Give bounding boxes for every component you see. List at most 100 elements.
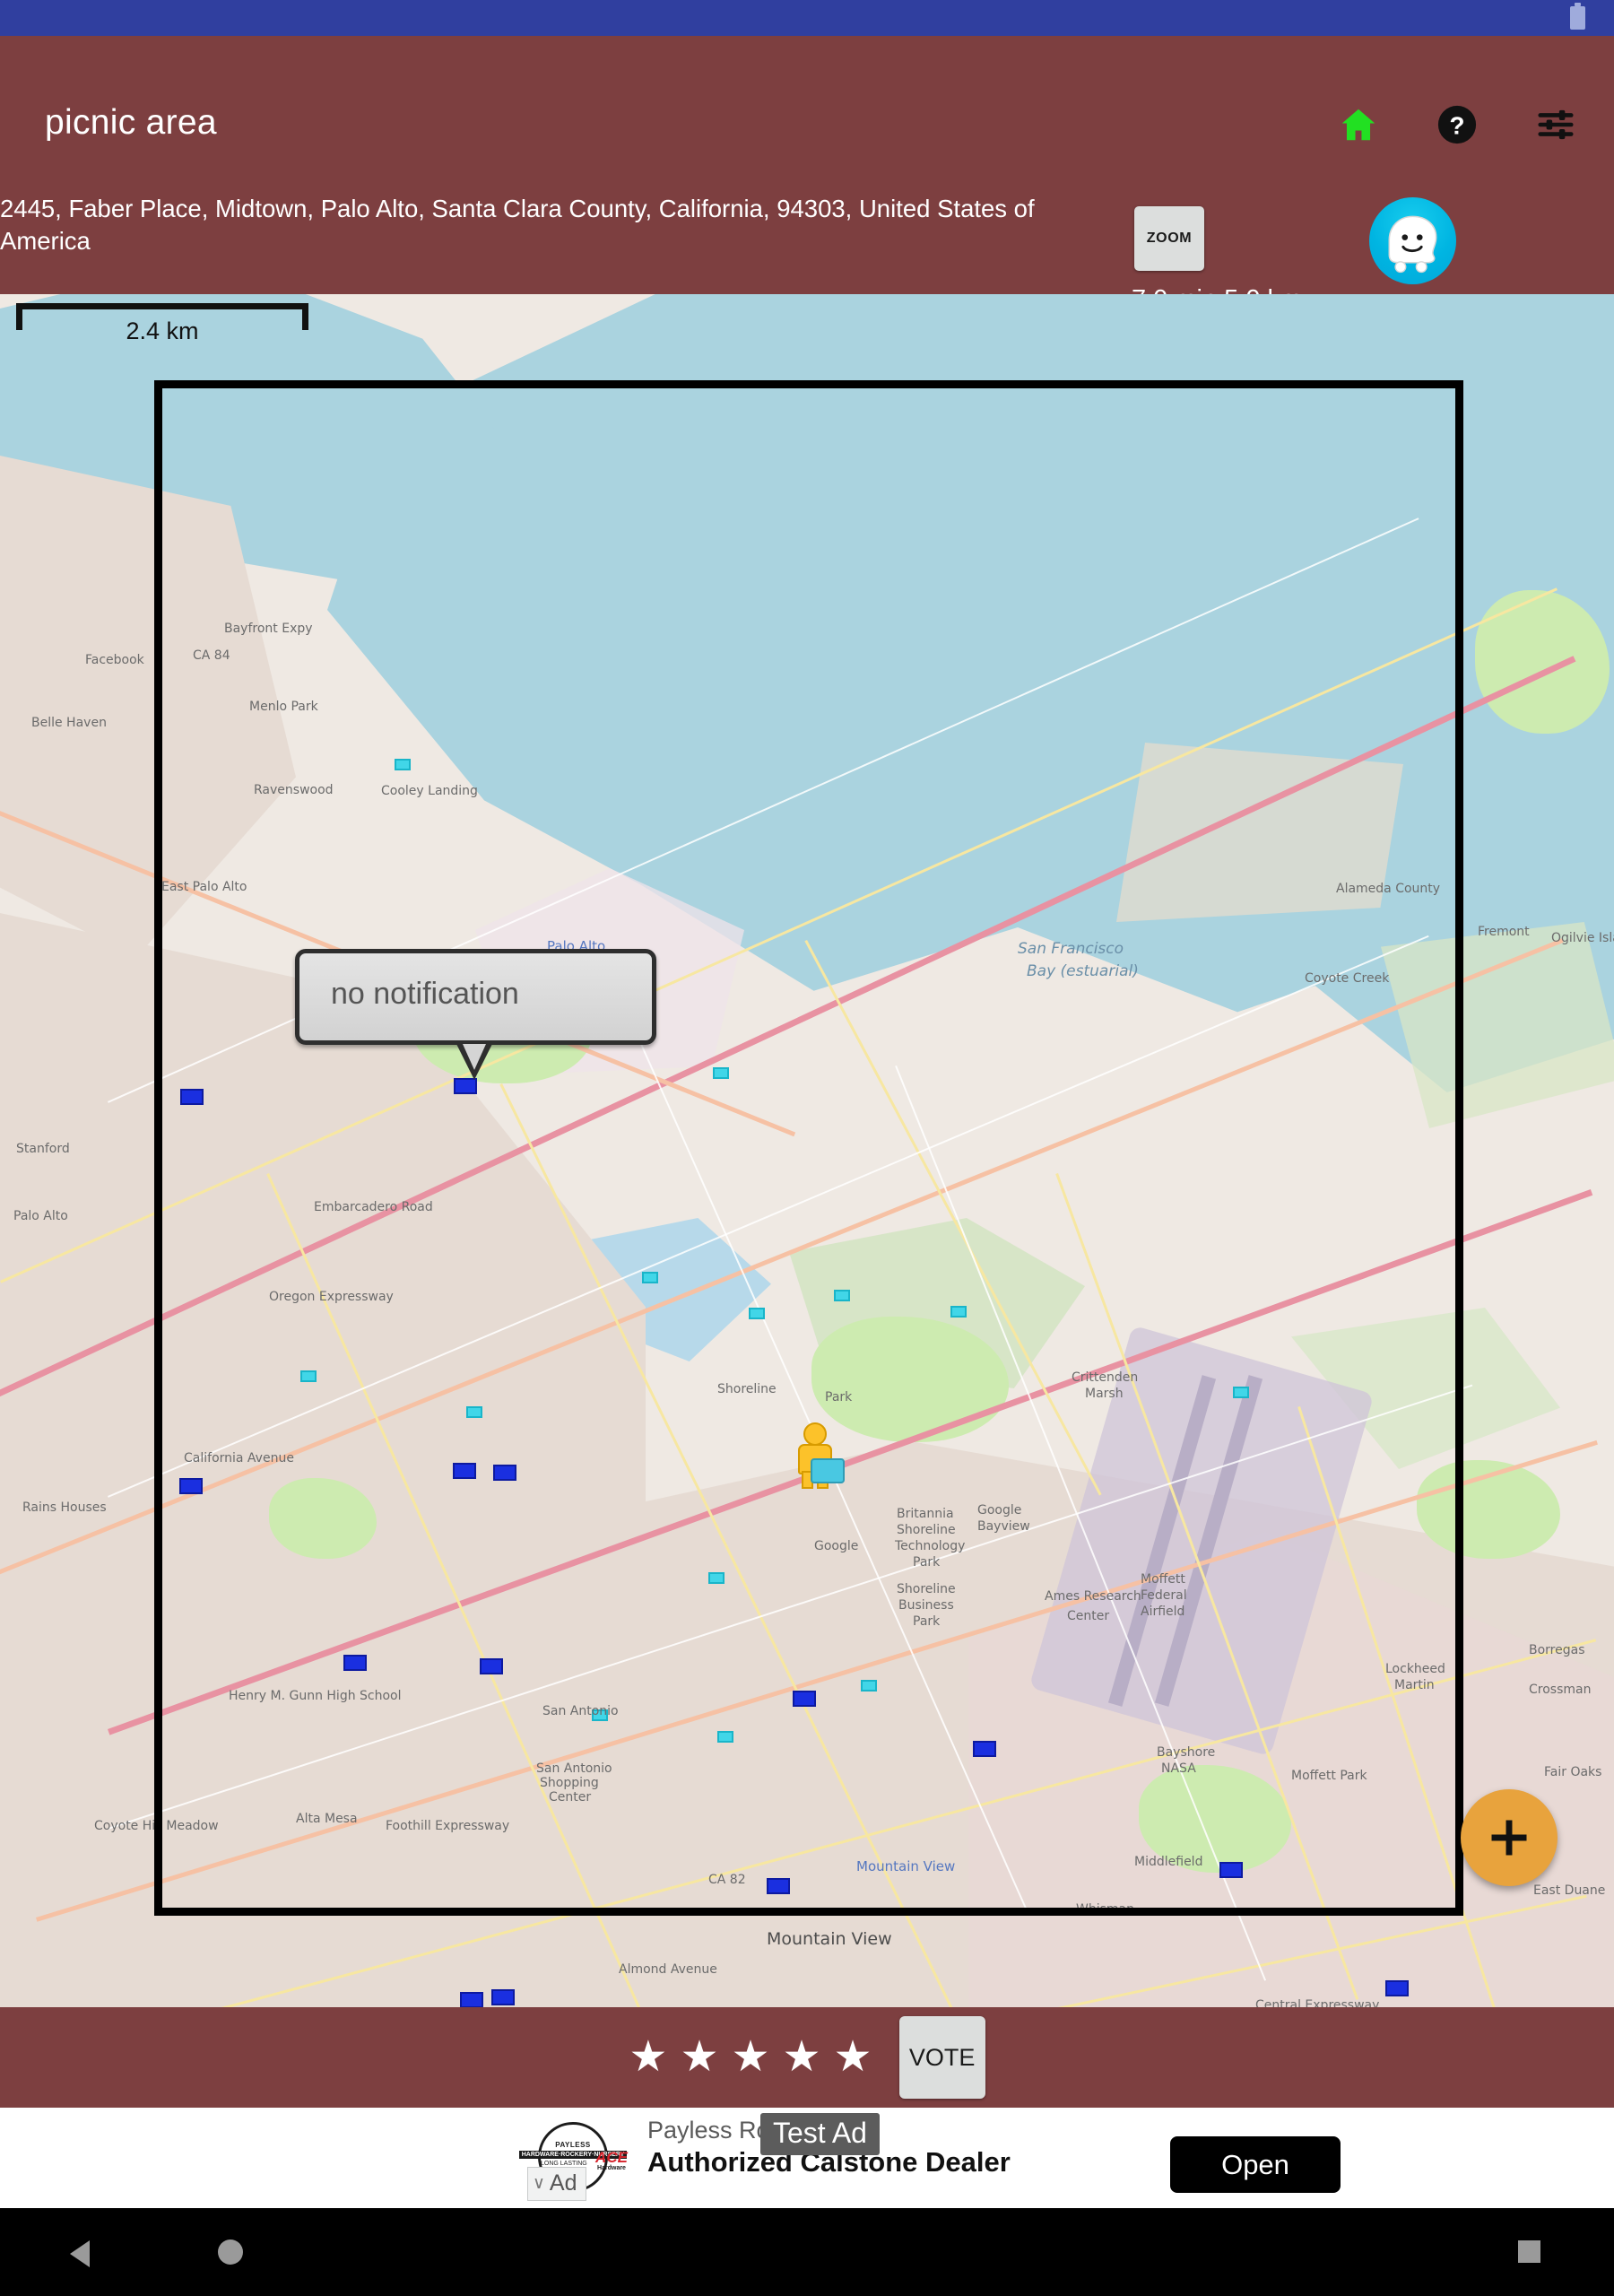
map-label: Ravenswood	[254, 783, 334, 797]
notification-tooltip-tail	[456, 1044, 492, 1080]
map-label: Cooley Landing	[381, 784, 478, 798]
ad-copy: Payless Rockery Authorized Calstone Deal…	[647, 2115, 1203, 2179]
map-label: Crossman	[1529, 1683, 1592, 1697]
app-bar-actions: ?	[1334, 100, 1580, 149]
map-label: Coyote Creek	[1305, 971, 1390, 986]
map-label: Fremont	[1478, 925, 1530, 939]
map-label: Ames Research	[1045, 1589, 1141, 1604]
battery-icon	[1570, 3, 1585, 30]
map-label: Central Expressway	[1255, 1998, 1380, 2007]
map-label: Bayfront Expy	[224, 622, 313, 636]
app-bar: picnic area ? 2445, Faber Place, Midtown…	[0, 36, 1614, 294]
map-label: Palo Alto	[13, 1209, 68, 1223]
star-4[interactable]: ★	[783, 2036, 821, 2079]
map-label: Bayview	[977, 1519, 1030, 1534]
map-label: Oregon Expressway	[269, 1290, 394, 1304]
map-label: CA 82	[708, 1873, 746, 1887]
map-label: San Antonio	[536, 1761, 612, 1776]
map-label: Borregas	[1529, 1643, 1585, 1657]
map-label: Center	[549, 1790, 592, 1805]
ad-disclosure-label: Ad	[549, 2170, 577, 2196]
map-label: Bay (estuarial)	[1027, 962, 1139, 980]
map-label: Coyote Hill Meadow	[94, 1819, 219, 1833]
map-canvas: San Francisco Bay (estuarial) Palo Alto Eas…	[0, 294, 1614, 2007]
chevron-down-icon: ∨	[533, 2174, 545, 2193]
svg-text:?: ?	[1450, 111, 1465, 139]
star-1[interactable]: ★	[629, 2036, 667, 2079]
map-label: Almond Avenue	[619, 1962, 717, 1977]
map-label: Foothill Expressway	[386, 1819, 510, 1833]
map-label: Google	[814, 1539, 859, 1553]
map-label: Google	[977, 1503, 1022, 1518]
map-label: East Palo Alto	[161, 880, 247, 894]
notification-tooltip[interactable]: no notification	[295, 949, 656, 1045]
street-view-pegman-icon[interactable]	[796, 1422, 845, 1489]
address-text: 2445, Faber Place, Midtown, Palo Alto, S…	[0, 195, 1035, 255]
map-label: Rains Houses	[22, 1500, 107, 1515]
ace-hardware-icon: ACE Hardware	[594, 2149, 629, 2171]
map-label: East Duane	[1533, 1883, 1606, 1898]
star-rating[interactable]: ★ ★ ★ ★ ★	[629, 2036, 872, 2079]
map-label: Stanford	[16, 1142, 70, 1156]
map-label: Belle Haven	[31, 716, 107, 730]
home-circle-icon[interactable]	[218, 2239, 243, 2265]
zoom-button[interactable]: ZOOM	[1134, 206, 1204, 271]
system-navigation-bar	[0, 2208, 1614, 2296]
waze-icon[interactable]	[1369, 197, 1456, 284]
map-label: Bayshore	[1157, 1745, 1216, 1760]
map-label: Henry M. Gunn High School	[229, 1689, 402, 1703]
map-label: Embarcadero Road	[314, 1200, 433, 1214]
map-label: Martin	[1394, 1678, 1435, 1692]
status-bar	[0, 0, 1614, 36]
map-label: CA 84	[193, 648, 230, 663]
map-label: Shopping	[540, 1776, 599, 1790]
map-label: Moffett Park	[1291, 1769, 1367, 1783]
ad-advertiser-name: Payless Rockery	[647, 2117, 829, 2144]
map-label: Mountain View	[767, 1929, 892, 1949]
ace-brand-sub: Hardware	[597, 2165, 626, 2171]
star-5[interactable]: ★	[834, 2036, 872, 2079]
map-label: Facebook	[85, 653, 144, 667]
map-label: Shoreline	[897, 1523, 956, 1537]
ad-disclosure-chip[interactable]: ∨ Ad	[527, 2167, 586, 2201]
recents-square-icon[interactable]	[1518, 2240, 1540, 2263]
map-label: Fair Oaks	[1544, 1765, 1602, 1779]
help-icon[interactable]: ?	[1433, 100, 1481, 149]
map-label: NASA	[1161, 1761, 1196, 1776]
map-label: Technology	[895, 1539, 966, 1553]
screen-root: picnic area ? 2445, Faber Place, Midtown…	[0, 0, 1614, 2296]
map-label: Moffett	[1141, 1572, 1185, 1587]
star-3[interactable]: ★	[731, 2036, 769, 2079]
ad-logo-top: PAYLESS	[555, 2141, 591, 2149]
map-label: Park	[913, 1614, 941, 1629]
map-label: San Francisco	[1018, 940, 1124, 958]
map-label: San Antonio	[542, 1704, 619, 1718]
star-2[interactable]: ★	[680, 2036, 718, 2079]
map-label: Alameda County	[1336, 882, 1441, 896]
plus-icon	[1491, 1820, 1527, 1856]
map-label: Shoreline	[717, 1382, 777, 1396]
map-view[interactable]: San Francisco Bay (estuarial) Palo Alto Eas…	[0, 294, 1614, 2007]
map-label: Park	[913, 1555, 941, 1570]
tune-icon[interactable]	[1532, 100, 1580, 149]
map-label: Mountain View	[856, 1858, 956, 1874]
map-label: Federal	[1141, 1588, 1187, 1603]
map-label: Crittenden	[1072, 1370, 1139, 1385]
map-label: Britannia	[897, 1507, 954, 1521]
map-label: Lockheed	[1385, 1662, 1445, 1676]
map-label: Airfield	[1141, 1605, 1185, 1619]
add-button[interactable]	[1461, 1789, 1558, 1886]
map-label: Alta Mesa	[296, 1812, 358, 1826]
home-icon[interactable]	[1334, 100, 1383, 149]
back-triangle-icon[interactable]	[70, 2240, 90, 2267]
ace-brand: ACE	[595, 2149, 628, 2166]
map-label: Middlefield	[1134, 1855, 1203, 1869]
map-label: Center	[1067, 1609, 1110, 1623]
map-scale-label: 2.4 km	[126, 317, 199, 344]
map-label: Whisman	[1076, 1902, 1134, 1917]
map-label: Park	[825, 1390, 853, 1405]
vote-button[interactable]: VOTE	[898, 2016, 985, 2099]
notification-tooltip-text: no notification	[331, 977, 519, 1011]
ad-open-button[interactable]: Open	[1170, 2136, 1341, 2193]
ad-headline: Authorized Calstone Dealer	[647, 2146, 1011, 2178]
